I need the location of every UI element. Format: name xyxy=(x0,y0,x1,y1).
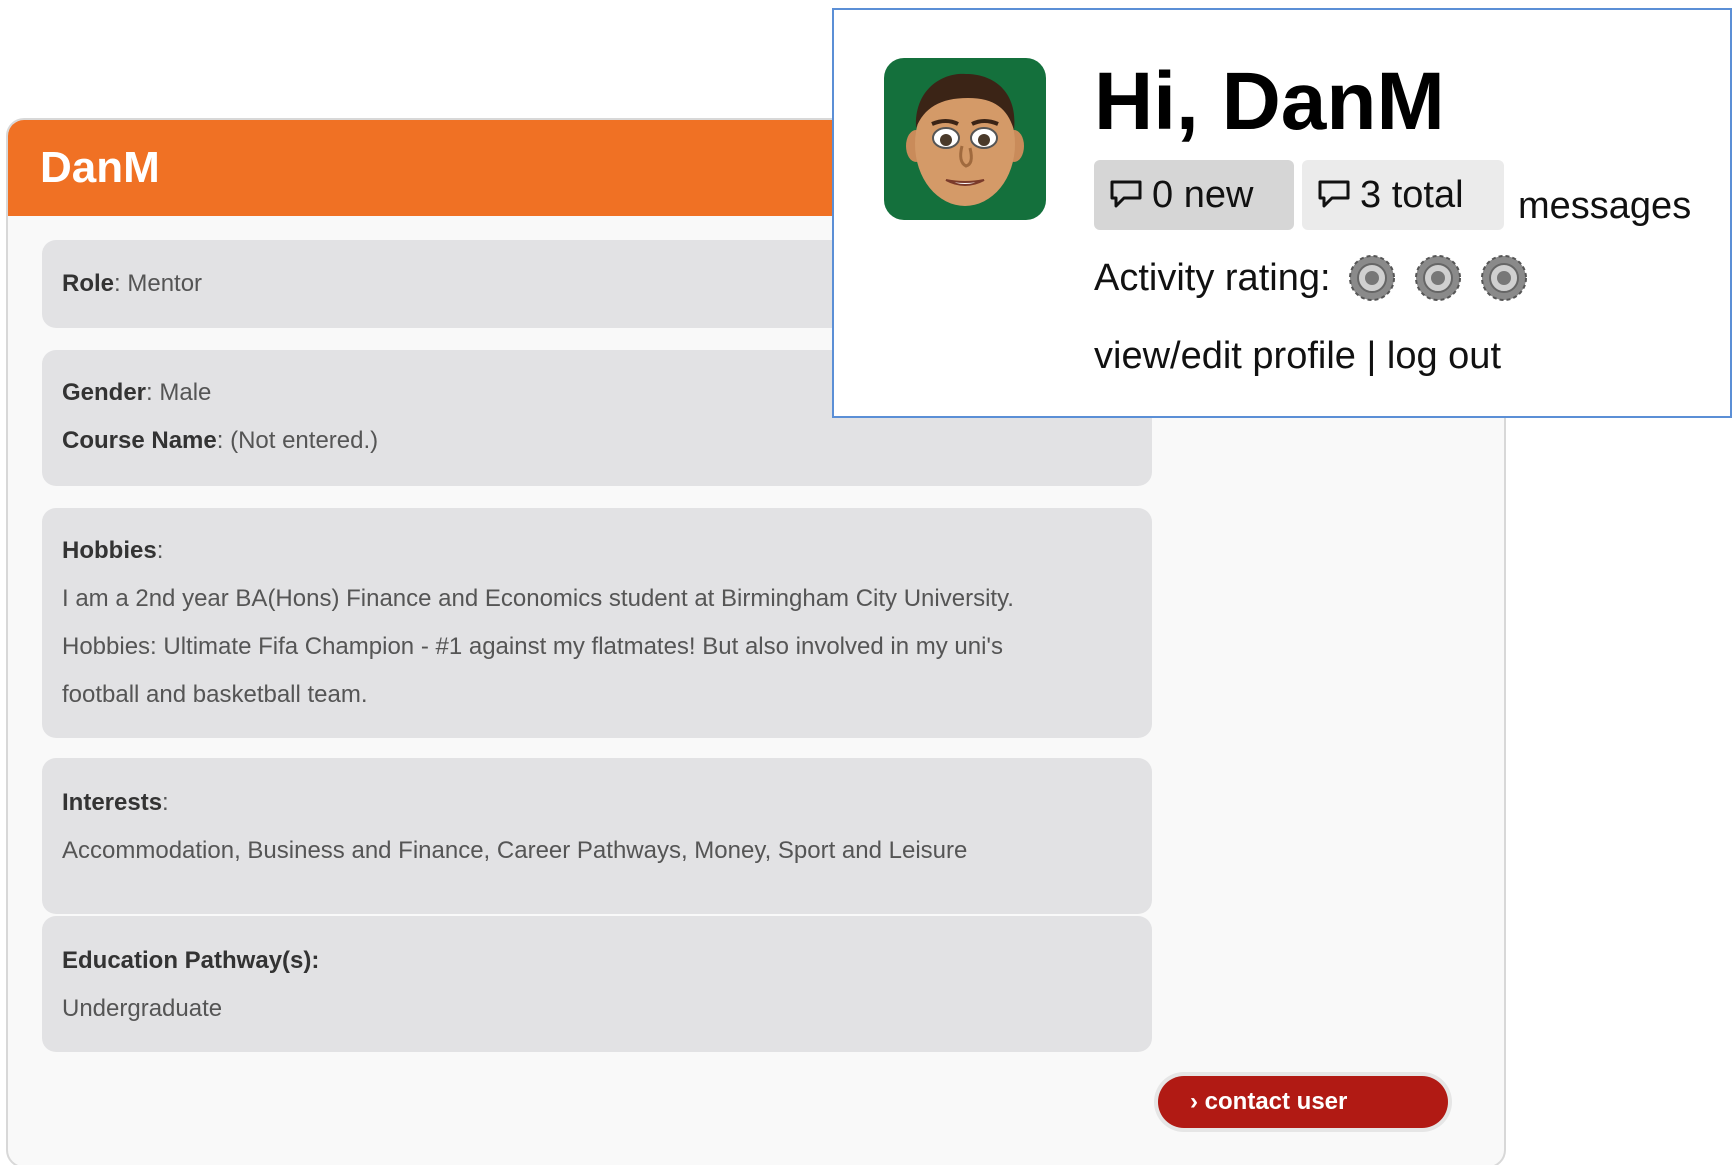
interests-colon: : xyxy=(162,789,169,816)
hobbies-label: Hobbies xyxy=(62,537,157,564)
course-label: Course Name xyxy=(62,427,217,454)
role-line: Role: Mentor xyxy=(62,269,202,299)
activity-rating: Activity rating: xyxy=(1094,250,1545,306)
hobbies-box: Hobbies: I am a 2nd year BA(Hons) Financ… xyxy=(42,508,1152,738)
interests-box: Interests: Accommodation, Business and F… xyxy=(42,758,1152,914)
account-links: view/edit profile | log out xyxy=(1094,332,1501,380)
profile-name: DanM xyxy=(40,143,160,192)
link-separator: | xyxy=(1355,335,1387,377)
hobbies-text-line-2: Hobbies: Ultimate Fifa Champion - #1 aga… xyxy=(62,633,1003,660)
avatar-face-icon xyxy=(906,73,1024,206)
gender-line: Gender: Male xyxy=(62,378,211,408)
education-box: Education Pathway(s): Undergraduate xyxy=(42,916,1152,1052)
page: DanM Role: Mentor Gender: Male Course Na… xyxy=(0,0,1735,1165)
course-line: Course Name: (Not entered.) xyxy=(62,426,378,456)
interests-heading: Interests: xyxy=(62,788,169,818)
hobbies-text-line-1: I am a 2nd year BA(Hons) Finance and Eco… xyxy=(62,585,1014,612)
interests-label: Interests xyxy=(62,789,163,816)
messages-label: messages xyxy=(1518,185,1692,227)
gender-value: : Male xyxy=(146,379,212,406)
greeting-heading: Hi, DanM xyxy=(1094,56,1445,147)
hobbies-heading: Hobbies: xyxy=(62,536,163,566)
speech-bubble-icon xyxy=(1110,180,1142,208)
account-panel: Hi, DanM 0 new 3 total messages Activity… xyxy=(832,8,1732,418)
hobbies-text-line-3: football and basketball team. xyxy=(62,681,368,708)
role-label: Role xyxy=(62,270,115,297)
new-messages-label: 0 new xyxy=(1152,174,1254,216)
course-value: : (Not entered.) xyxy=(216,427,379,454)
education-value: Undergraduate xyxy=(62,995,223,1022)
log-out-link[interactable]: log out xyxy=(1387,335,1501,377)
speech-bubble-icon xyxy=(1318,180,1350,208)
new-messages-button[interactable]: 0 new xyxy=(1094,160,1294,230)
total-messages-button[interactable]: 3 total xyxy=(1302,160,1504,230)
interests-value: Accommodation, Business and Finance, Car… xyxy=(62,837,968,864)
total-messages-label: 3 total xyxy=(1360,174,1464,216)
rating-badge-icon xyxy=(1348,255,1395,301)
contact-user-label: › contact user xyxy=(1158,1076,1448,1128)
activity-rating-label: Activity rating: xyxy=(1094,256,1331,299)
education-label: Education Pathway(s): xyxy=(62,947,320,974)
view-edit-profile-link[interactable]: view/edit profile xyxy=(1094,335,1356,377)
contact-user-button[interactable]: › contact user xyxy=(1154,1072,1452,1132)
gender-label: Gender xyxy=(62,379,147,406)
rating-badge-icon xyxy=(1480,255,1527,301)
hobbies-colon: : xyxy=(156,537,164,564)
education-heading: Education Pathway(s): xyxy=(62,946,319,976)
role-value: : Mentor xyxy=(114,270,203,297)
avatar[interactable] xyxy=(884,58,1046,220)
rating-badge-icon xyxy=(1414,255,1461,301)
